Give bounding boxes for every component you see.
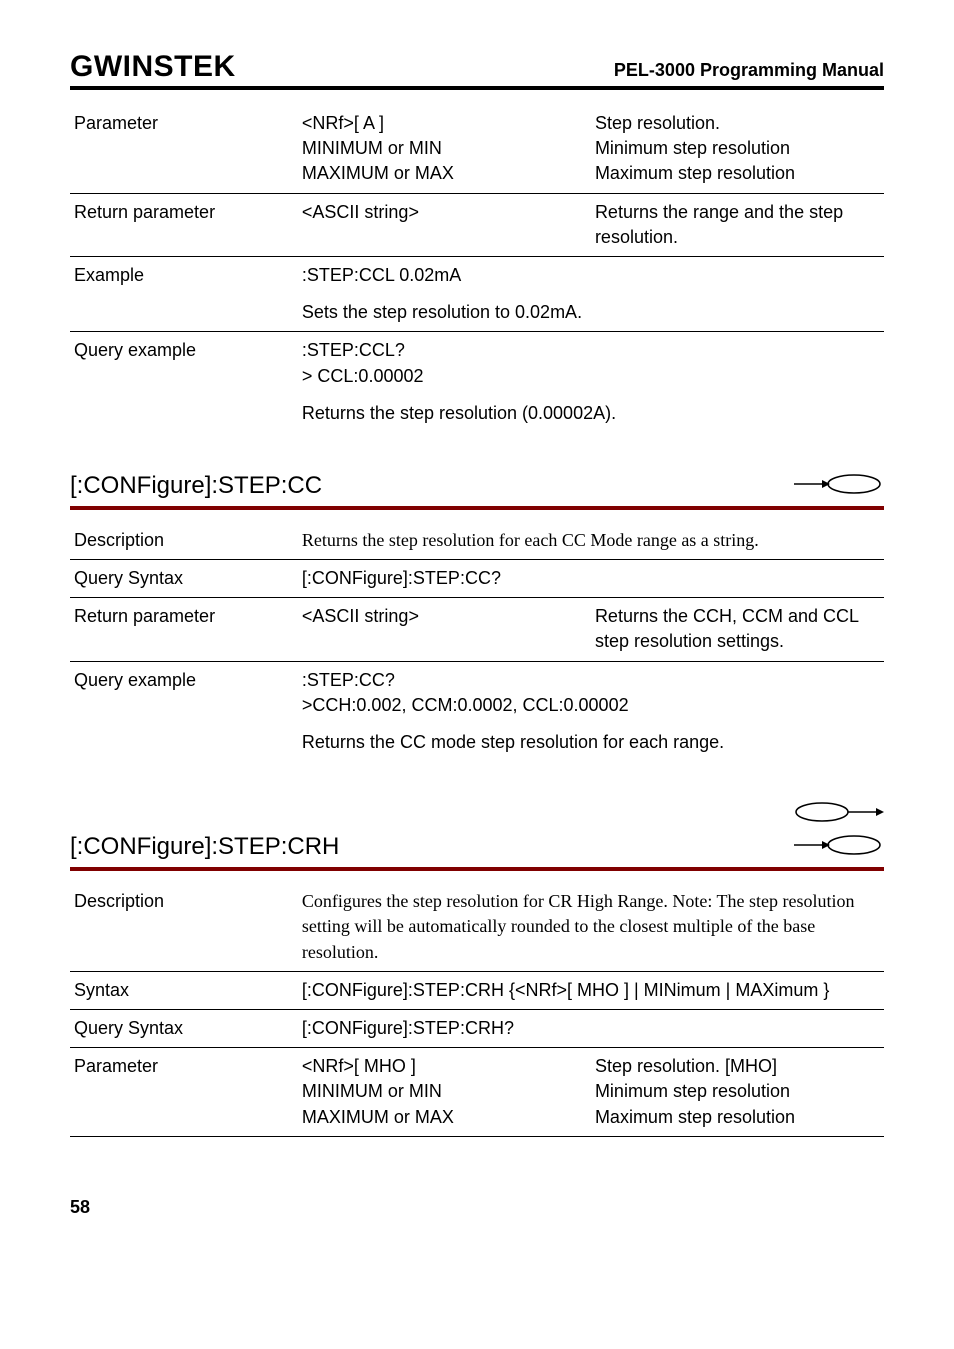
label-query-example: Query example [70,332,298,394]
cc-query-example-value: :STEP:CC? >CCH:0.002, CCM:0.0002, CCL:0.… [298,662,884,724]
parameter-table-crh: Description Configures the step resoluti… [70,883,884,1137]
crh-syntax: [:CONFigure]:STEP:CRH {<NRf>[ MHO ] | MI… [298,972,884,1009]
label-example: Example [70,257,298,294]
crh-description: Configures the step resolution for CR Hi… [298,883,884,971]
query-icon [794,473,884,500]
label-query-example: Query example [70,662,298,724]
label-return-parameter: Return parameter [70,598,298,660]
label-query-syntax: Query Syntax [70,560,298,597]
page-header: GWINSTEK PEL-3000 Programming Manual [70,50,884,90]
return-param-value: <ASCII string> [298,194,591,256]
example-value: :STEP:CCL 0.02mA [298,257,884,294]
label-query-syntax: Query Syntax [70,1010,298,1047]
label-description: Description [70,522,298,559]
section-title-crh: [:CONFigure]:STEP:CRH [70,833,339,861]
label-description: Description [70,883,298,971]
cc-return-desc: Returns the CCH, CCM and CCL step resolu… [591,598,884,660]
crh-query-syntax: [:CONFigure]:STEP:CRH? [298,1010,884,1047]
return-param-desc: Returns the range and the step resolutio… [591,194,884,256]
label-return-parameter: Return parameter [70,194,298,256]
label-parameter: Parameter [70,105,298,193]
param-values: <NRf>[ A ] MINIMUM or MIN MAXIMUM or MAX [298,105,591,193]
crh-param-values: <NRf>[ MHO ] MINIMUM or MIN MAXIMUM or M… [298,1048,591,1136]
cc-description: Returns the step resolution for each CC … [298,522,884,559]
label-syntax: Syntax [70,972,298,1009]
parameter-table-cc: Description Returns the step resolution … [70,522,884,761]
section-head-cc: [:CONFigure]:STEP:CC [70,472,884,506]
manual-title: PEL-3000 Programming Manual [614,60,884,81]
parameter-table-top: Parameter <NRf>[ A ] MINIMUM or MIN MAXI… [70,105,884,432]
param-desc: Step resolution. Minimum step resolution… [591,105,884,193]
cc-return-value: <ASCII string> [298,598,591,660]
query-example-value: :STEP:CCL? > CCL:0.00002 [298,332,884,394]
cc-query-example-desc: Returns the CC mode step resolution for … [298,724,884,761]
cc-query-syntax: [:CONFigure]:STEP:CC? [298,560,884,597]
section-head-crh: [:CONFigure]:STEP:CRH [70,801,884,867]
set-icon [794,801,884,828]
brand-logo: GWINSTEK [70,50,236,84]
label-parameter: Parameter [70,1048,298,1136]
example-desc: Sets the step resolution to 0.02mA. [298,294,884,331]
page-number: 58 [70,1197,884,1218]
crh-param-desc: Step resolution. [MHO] Minimum step reso… [591,1048,884,1136]
query-icon [794,834,884,861]
section-title-cc: [:CONFigure]:STEP:CC [70,472,322,500]
query-example-desc: Returns the step resolution (0.00002A). [298,395,884,432]
